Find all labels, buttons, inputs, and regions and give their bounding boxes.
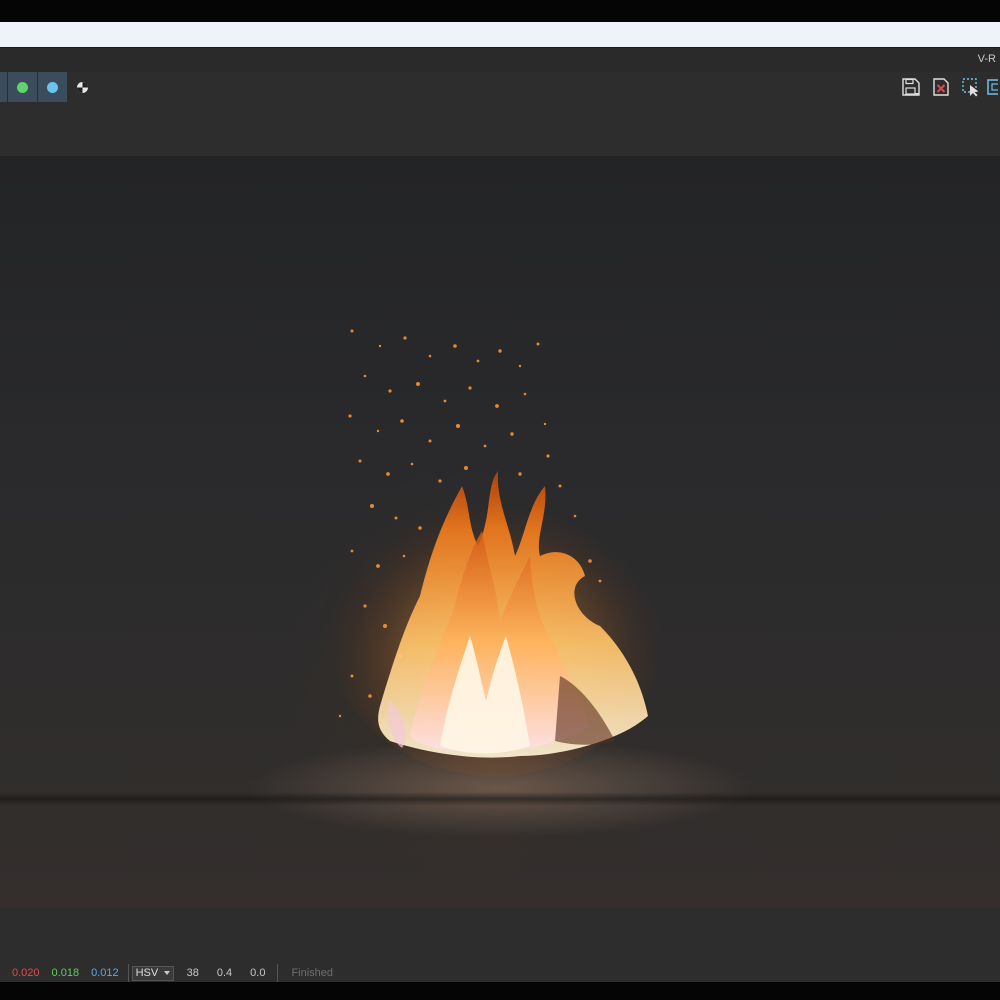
green-dot-icon <box>17 81 28 93</box>
color-mode-value: HSV <box>135 967 159 979</box>
pixel-info-row: 0.020 0.018 0.012 HSV 38 0.4 0.0 Finishe… <box>0 964 333 982</box>
frame-buffer-toolbar <box>0 72 1000 102</box>
clear-image-button[interactable] <box>926 72 956 102</box>
divider <box>277 964 279 982</box>
toolbar-actions <box>896 72 1000 102</box>
hue-value: 38 <box>186 967 199 979</box>
window-title: V-R <box>977 53 996 65</box>
title-bar: V-R <box>0 47 1000 73</box>
mono-icon <box>76 81 88 93</box>
viewport-top-margin <box>0 102 1000 156</box>
render-viewport[interactable] <box>0 156 1000 908</box>
color-mode-select[interactable]: HSV <box>131 965 174 981</box>
divider <box>127 964 129 982</box>
blue-value: 0.012 <box>91 967 119 979</box>
green-value: 0.018 <box>51 967 80 979</box>
red-value: 0.020 <box>12 967 40 979</box>
save-icon <box>902 78 920 96</box>
chevron-down-icon <box>163 971 170 975</box>
channel-button-green[interactable] <box>8 72 38 102</box>
mono-mode-button[interactable] <box>68 72 96 102</box>
render-status: Finished <box>291 967 334 979</box>
saturation-value: 0.4 <box>216 967 233 979</box>
window-button[interactable] <box>986 72 1000 102</box>
status-bar: 0.020 0.018 0.012 HSV 38 0.4 0.0 Finishe… <box>0 908 1000 982</box>
blue-dot-icon <box>47 81 58 93</box>
region-render-button[interactable] <box>956 72 986 102</box>
channel-button-blue[interactable] <box>38 72 68 102</box>
top-black-bar <box>0 0 1000 22</box>
bottom-black-bar <box>0 982 1000 1000</box>
campfire-render-image <box>325 329 665 776</box>
value-value: 0.0 <box>250 967 266 979</box>
channel-buttons <box>0 72 96 102</box>
app-strip <box>0 22 1000 47</box>
window-icon <box>987 79 998 95</box>
channel-button-red[interactable] <box>0 72 8 102</box>
save-button[interactable] <box>896 72 926 102</box>
clear-icon <box>933 78 949 96</box>
region-select-icon <box>962 78 979 97</box>
